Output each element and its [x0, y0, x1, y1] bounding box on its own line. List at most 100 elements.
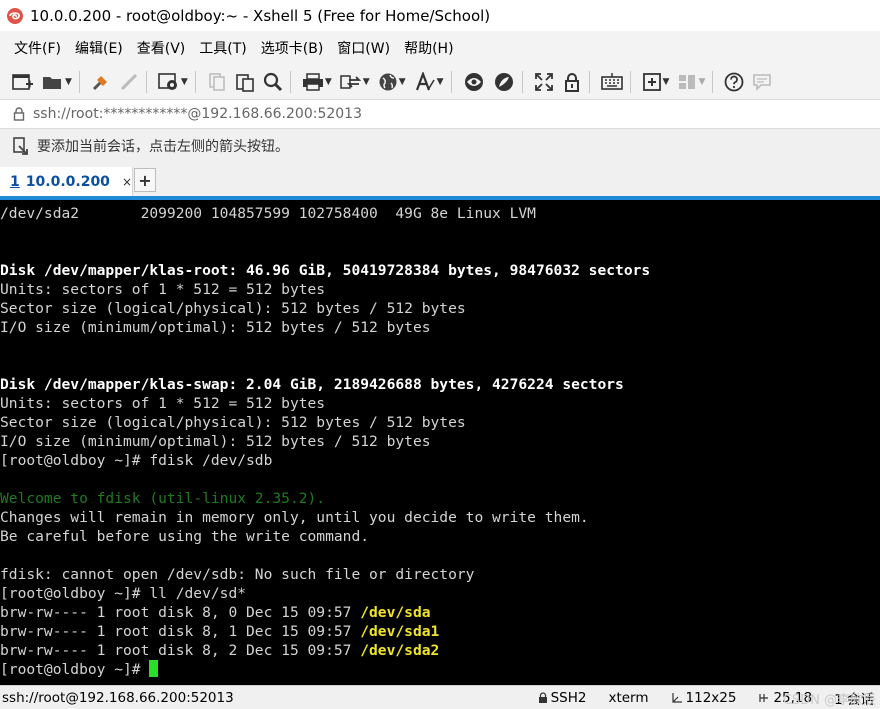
terminal-line: brw-rw---- 1 root disk 8, 2 Dec 15 09:57…	[0, 641, 880, 660]
transfer-button[interactable]: ▼	[338, 69, 372, 95]
copy-button[interactable]	[205, 69, 229, 95]
disconnect-icon	[120, 73, 137, 91]
toolbar-divider	[78, 71, 80, 93]
toolbar-divider	[629, 71, 631, 93]
tab-bar: 1 10.0.0.200 × +	[0, 163, 880, 196]
terminal-text: brw-rw---- 1 root disk 8, 0 Dec 15 09:57	[0, 604, 361, 621]
watermark: CSDN @李欣辰	[782, 693, 876, 708]
compose-icon	[642, 73, 661, 91]
chevron-down-icon: ▼	[324, 77, 332, 87]
status-protocol: SSH2	[538, 689, 587, 706]
toolbar-divider	[712, 71, 714, 93]
terminal-text: Units: sectors of 1 * 512 = 512 bytes	[0, 395, 326, 412]
chevron-down-icon: ▼	[362, 77, 370, 87]
chevron-down-icon: ▼	[698, 77, 706, 87]
chevron-down-icon: ▼	[398, 77, 406, 87]
fullscreen-button[interactable]	[532, 69, 556, 95]
xmanager-button[interactable]	[491, 69, 517, 95]
paste-button[interactable]	[233, 69, 257, 95]
xftp-button[interactable]	[461, 69, 487, 95]
toolbar: ▼ ▼ ▼ ▼ ▼ ▼ ▼ ▼	[0, 65, 880, 99]
font-icon	[415, 72, 435, 91]
terminal-line: brw-rw---- 1 root disk 8, 0 Dec 15 09:57…	[0, 603, 880, 622]
menu-edit[interactable]: 编辑(E)	[68, 38, 130, 58]
terminal-text: Units: sectors of 1 * 512 = 512 bytes	[0, 281, 326, 298]
print-button[interactable]: ▼	[300, 69, 334, 95]
resize-icon	[671, 692, 682, 703]
menu-help[interactable]: 帮助(H)	[397, 38, 460, 58]
terminal-output[interactable]: /dev/sda2 2099200 104857599 102758400 49…	[0, 200, 880, 685]
new-session-icon	[12, 74, 33, 90]
toolbar-divider	[145, 71, 147, 93]
close-icon[interactable]: ×	[122, 175, 132, 189]
new-session-button[interactable]	[10, 69, 36, 95]
tab-session-1[interactable]: 1 10.0.0.200 ×	[0, 167, 133, 196]
lock-icon	[538, 691, 547, 703]
terminal-text: Sector size (logical/physical): 512 byte…	[0, 300, 466, 317]
menu-file[interactable]: 文件(F)	[7, 38, 68, 58]
find-icon	[263, 72, 282, 92]
status-protocol-label: SSH2	[550, 689, 587, 706]
layout-button[interactable]: ▼	[675, 69, 707, 95]
toolbar-divider	[588, 71, 590, 93]
terminal-line: I/O size (minimum/optimal): 512 bytes / …	[0, 318, 880, 337]
new-tab-button[interactable]: +	[134, 168, 156, 192]
lock-button[interactable]	[560, 69, 584, 95]
properties-button[interactable]: ▼	[156, 69, 190, 95]
copy-icon	[209, 73, 225, 91]
compose-button[interactable]: ▼	[640, 69, 672, 95]
paste-icon	[236, 74, 254, 92]
find-button[interactable]	[261, 69, 285, 95]
terminal-text: brw-rw---- 1 root disk 8, 2 Dec 15 09:57	[0, 642, 361, 659]
toolbar-divider	[450, 71, 452, 93]
keyboard-button[interactable]	[599, 69, 625, 95]
globe-icon	[379, 73, 397, 91]
transfer-icon	[340, 75, 361, 89]
address-field[interactable]: ssh://root:************@192.168.66.200:5…	[33, 106, 362, 122]
terminal-cursor	[149, 660, 159, 677]
session-hint-text: 要添加当前会话，点击左侧的箭头按钮。	[37, 139, 289, 155]
address-bar[interactable]: ssh://root:************@192.168.66.200:5…	[0, 99, 880, 129]
terminal-text: Be careful before using the write comman…	[0, 528, 370, 545]
device-path: /dev/sda2	[360, 642, 440, 659]
terminal-text: Welcome to fdisk (util-linux 2.35.2).	[0, 490, 326, 507]
menu-tools[interactable]: 工具(T)	[192, 38, 253, 58]
menu-window[interactable]: 窗口(W)	[330, 38, 397, 58]
status-size: 112x25	[671, 689, 737, 706]
properties-icon	[158, 73, 177, 90]
terminal-text: fdisk: cannot open /dev/sdb: No such fil…	[0, 566, 475, 583]
terminal-line: Sector size (logical/physical): 512 byte…	[0, 299, 880, 318]
status-size-label: 112x25	[685, 689, 737, 706]
open-folder-icon	[43, 77, 61, 89]
xmanager-icon	[494, 73, 513, 91]
connect-button[interactable]	[89, 69, 113, 95]
cursor-position-icon	[759, 693, 769, 702]
terminal-line: Changes will remain in memory only, unti…	[0, 508, 880, 527]
menu-tabs[interactable]: 选项卡(B)	[254, 38, 331, 58]
chevron-down-icon: ▼	[65, 77, 72, 87]
chat-button[interactable]	[750, 69, 774, 95]
xshell-app-icon	[7, 7, 23, 24]
title-bar: 10.0.0.200 - root@oldboy:~ - Xshell 5 (F…	[0, 0, 880, 31]
terminal-text: brw-rw---- 1 root disk 8, 1 Dec 15 09:57	[0, 623, 361, 640]
terminal-line: [root@oldboy ~]#	[0, 660, 880, 679]
font-button[interactable]: ▼	[412, 69, 446, 95]
globe-button[interactable]: ▼	[376, 69, 408, 95]
menu-view[interactable]: 查看(V)	[130, 38, 193, 58]
connect-icon	[92, 76, 107, 91]
open-button[interactable]: ▼	[40, 69, 74, 95]
toolbar-divider	[521, 71, 523, 93]
terminal-text: I/O size (minimum/optimal): 512 bytes / …	[0, 319, 431, 336]
help-button[interactable]	[722, 69, 746, 95]
terminal-line: Disk /dev/mapper/klas-root: 46.96 GiB, 5…	[0, 261, 880, 280]
terminal-line: Sector size (logical/physical): 512 byte…	[0, 413, 880, 432]
disconnect-button[interactable]	[117, 69, 141, 95]
status-bar: ssh://root@192.168.66.200:52013 SSH2 xte…	[0, 685, 880, 709]
device-path: /dev/sda	[360, 604, 431, 621]
lock-icon	[13, 107, 25, 121]
add-session-arrow-icon[interactable]	[13, 137, 31, 155]
